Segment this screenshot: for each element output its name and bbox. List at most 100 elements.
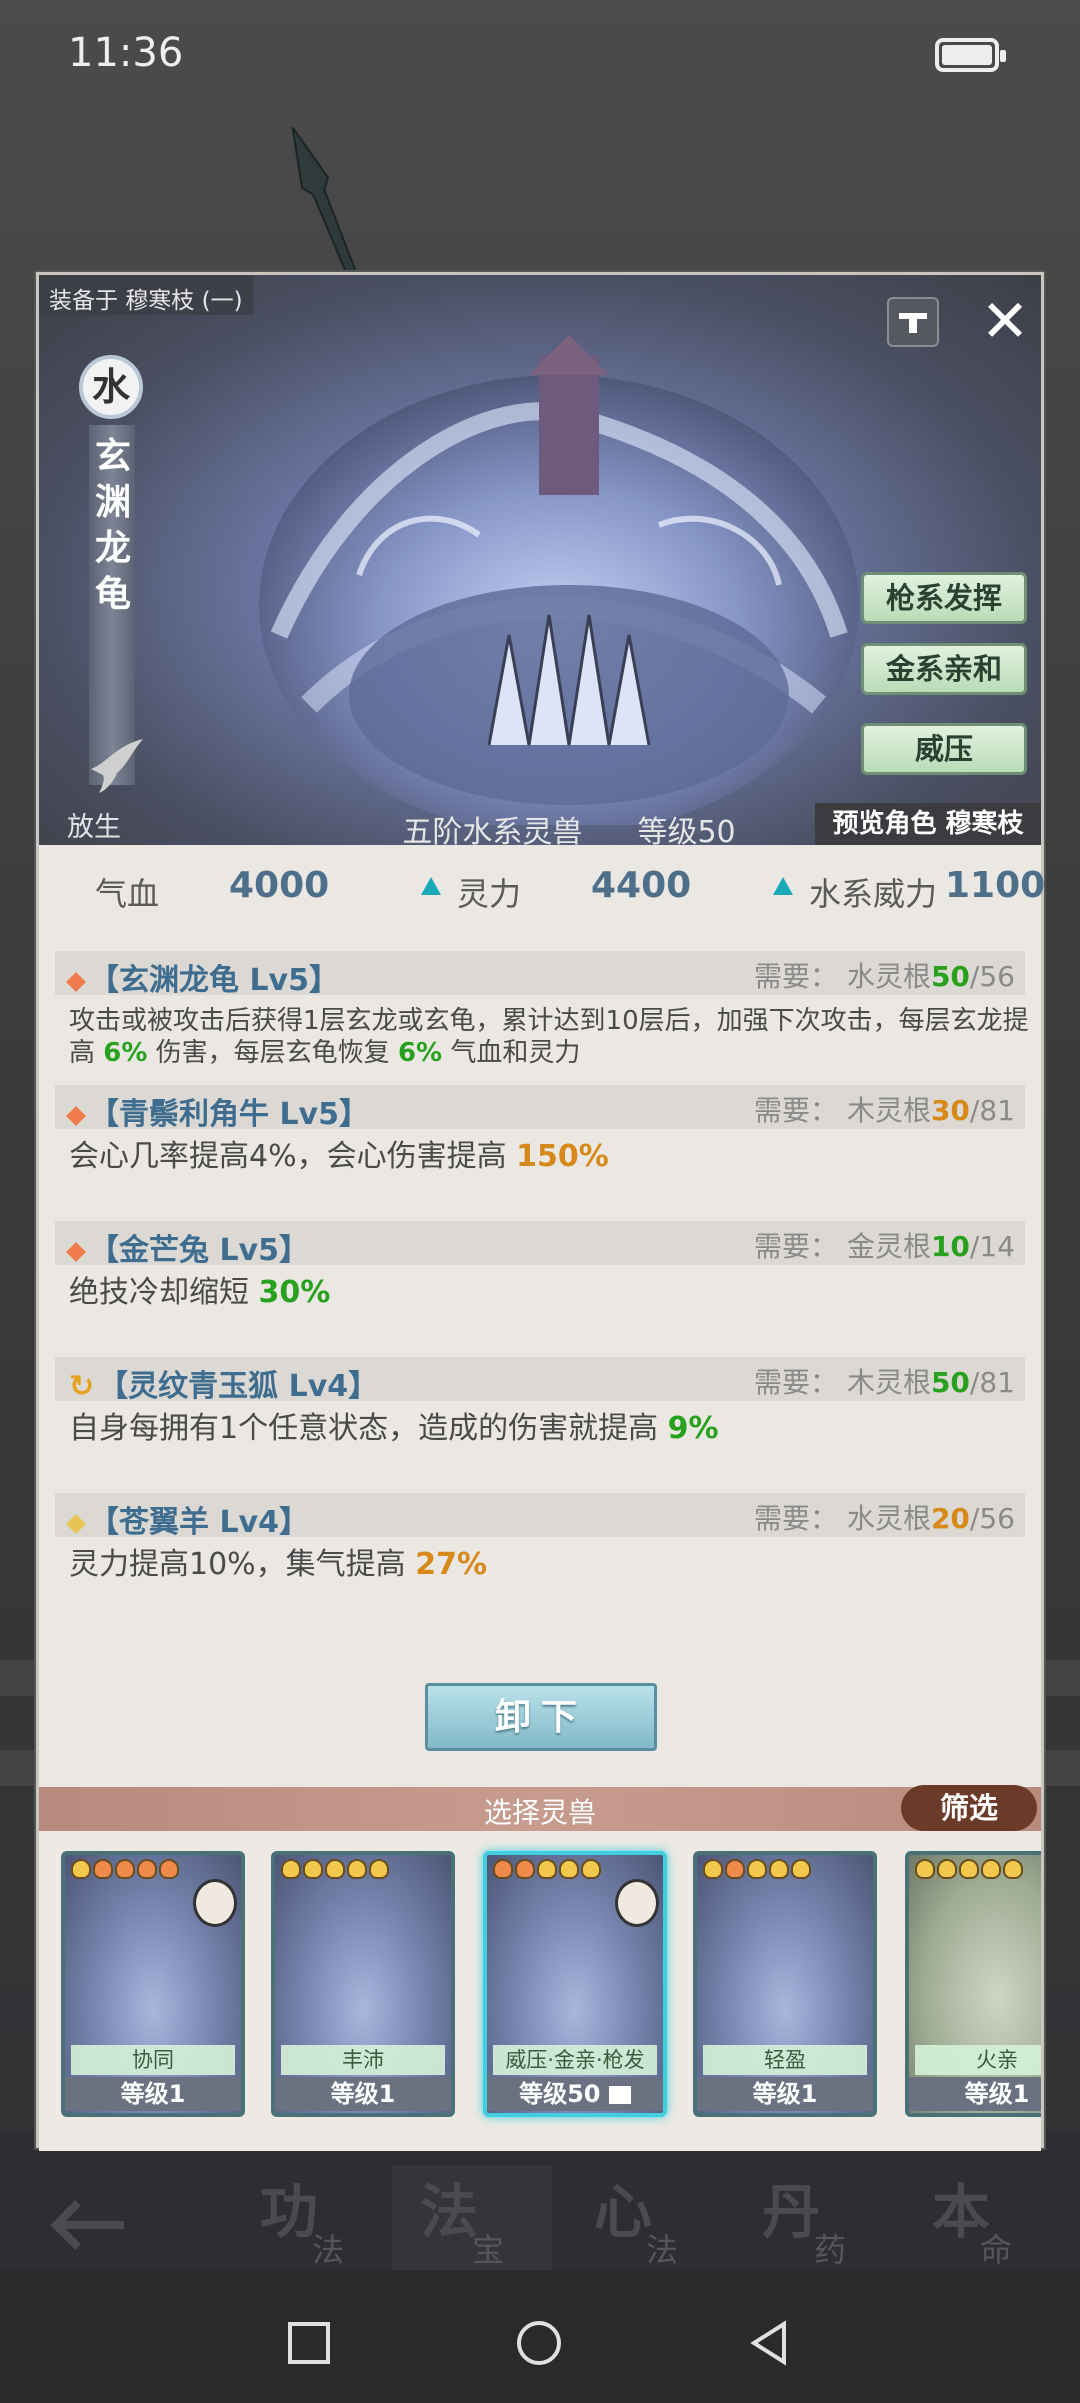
skill-description: 攻击或被攻击后获得1层玄龙或玄龟，累计达到10层后，加强下次攻击，每层玄龙提高 … xyxy=(69,1006,1029,1068)
skill-requirement: 需要： 水灵根50/56 xyxy=(754,960,1015,993)
skill-header: 【青鬃利角牛 Lv5】 需要： 木灵根30/81 xyxy=(55,1085,1025,1132)
skill-description: 会心几率提高4%，会心伤害提高 150% xyxy=(69,1139,609,1174)
game-tab-danyao[interactable]: 丹 药 xyxy=(752,2165,872,2275)
rank-pips xyxy=(493,1859,603,1883)
lock-button[interactable] xyxy=(887,297,939,347)
game-tab-benming[interactable]: 本 命 xyxy=(922,2165,1042,2275)
game-tab-big: 功 xyxy=(260,2178,319,2246)
stat-value-water-power: 1100 xyxy=(945,865,1046,906)
game-tab-small: 法 xyxy=(646,2231,679,2269)
card-trait: 威压·金亲·枪发 xyxy=(493,2045,657,2075)
cycle-icon: ↻ xyxy=(69,1369,95,1404)
filter-button[interactable]: 筛选 xyxy=(901,1785,1037,1831)
stat-label-mp: 灵力 xyxy=(457,875,522,913)
game-tab-small: 宝 xyxy=(472,2231,505,2269)
tag-button-jin[interactable]: 金系亲和 xyxy=(861,643,1027,695)
card-trait: 协同 xyxy=(71,2045,235,2075)
rank-pips xyxy=(703,1859,813,1883)
picker-title: 选择灵兽 xyxy=(483,1796,596,1829)
game-tab-gongfa[interactable]: 功 法 xyxy=(250,2165,370,2275)
skill-requirement: 需要： 木灵根50/81 xyxy=(754,1366,1015,1399)
skill-header: 【金芒兔 Lv5】 需要： 金灵根10/14 xyxy=(55,1221,1025,1268)
stat-value-hp: 4000 xyxy=(229,865,330,906)
stats-row: 气血 4000 灵力 4400 水系威力 1100 xyxy=(39,855,1045,925)
beast-card[interactable]: 丰沛 等级1 xyxy=(271,1851,455,2117)
diamond-icon xyxy=(66,971,86,992)
skill-description: 灵力提高10%，集气提高 27% xyxy=(69,1547,488,1582)
close-button[interactable]: ✕ xyxy=(979,292,1031,350)
card-level: 等级1 xyxy=(65,2077,241,2111)
up-arrow-icon xyxy=(421,877,441,895)
tag-button-qiang[interactable]: 枪系发挥 xyxy=(861,572,1027,624)
rank-pips xyxy=(281,1859,391,1883)
tier-level-text: 五阶水系灵兽 等级50 xyxy=(339,807,799,845)
skill-description: 绝技冷却缩短 30% xyxy=(69,1275,331,1310)
card-level: 等级1 xyxy=(697,2077,873,2111)
character-avatar xyxy=(615,1879,659,1927)
skill-header: 【苍翼羊 Lv4】 需要： 水灵根20/56 xyxy=(55,1493,1025,1540)
game-tab-small: 法 xyxy=(312,2231,345,2269)
release-label: 放生 xyxy=(67,812,121,843)
tier-text: 五阶水系灵兽 xyxy=(402,815,583,845)
skill-name: 【玄渊龙龟 Lv5】 xyxy=(66,955,339,999)
skill-name: 【金芒兔 Lv5】 xyxy=(66,1225,309,1269)
back-icon[interactable] xyxy=(746,2320,792,2366)
beast-card[interactable]: 轻盈 等级1 xyxy=(693,1851,877,2117)
lock-icon xyxy=(608,2086,631,2104)
battery-icon xyxy=(935,38,1006,72)
game-tab-small: 命 xyxy=(980,2231,1013,2269)
beast-card[interactable]: 火亲 等级1 xyxy=(905,1851,1041,2117)
skill-name: 【青鬃利角牛 Lv5】 xyxy=(66,1089,369,1133)
skill-description: 自身每拥有1个任意状态，造成的伤害就提高 9% xyxy=(69,1411,719,1446)
beast-card[interactable]: 协同 等级1 xyxy=(61,1851,245,2117)
home-icon[interactable] xyxy=(516,2320,562,2366)
skill-header: ↻ 【灵纹青玉狐 Lv4】 需要： 木灵根50/81 xyxy=(55,1357,1025,1404)
diamond-icon xyxy=(66,1105,86,1126)
skill-name: ↻ 【灵纹青玉狐 Lv4】 xyxy=(69,1369,379,1404)
status-time: 11:36 xyxy=(68,30,184,76)
diamond-icon xyxy=(66,1513,86,1534)
game-tab-big: 法 xyxy=(420,2178,479,2246)
status-bar: 11:36 xyxy=(0,0,1080,110)
rank-pips xyxy=(71,1859,181,1883)
card-trait: 火亲 xyxy=(915,2045,1041,2075)
card-level: 等级50 xyxy=(487,2077,663,2111)
recent-apps-icon[interactable] xyxy=(286,2320,332,2366)
back-arrow-icon[interactable] xyxy=(48,2195,128,2255)
game-tab-xinfa[interactable]: 心 法 xyxy=(584,2165,704,2275)
skill-requirement: 需要： 木灵根30/81 xyxy=(754,1094,1015,1127)
card-trait: 丰沛 xyxy=(281,2045,445,2075)
tag-button-weiya[interactable]: 威压 xyxy=(861,723,1027,775)
level-text: 等级50 xyxy=(637,815,736,845)
beast-name: 玄渊龙龟 xyxy=(94,435,131,615)
skill-name: 【苍翼羊 Lv4】 xyxy=(66,1497,309,1541)
game-tab-big: 心 xyxy=(594,2178,653,2246)
beast-card-list: 协同 等级1 丰沛 等级1 威压·金亲·枪发 等级50 轻盈 等级1 火亲 等级… xyxy=(39,1831,1041,2151)
diamond-icon xyxy=(66,1241,86,1262)
element-badge: 水 xyxy=(79,355,143,419)
skill-requirement: 需要： 金灵根10/14 xyxy=(754,1230,1015,1263)
skill-requirement: 需要： 水灵根20/56 xyxy=(754,1502,1015,1535)
stat-label-hp: 气血 xyxy=(95,875,160,913)
beast-detail-modal: 装备于 穆寒枝 (一) ✕ 水 玄渊龙龟 枪系发挥 金系亲和 威压 放生 五阶水… xyxy=(36,272,1045,2151)
beast-artwork xyxy=(259,335,859,825)
game-tab-fabao[interactable]: 法 宝 xyxy=(392,2165,552,2275)
preview-character-button[interactable]: 预览角色 穆寒枝 xyxy=(815,803,1041,845)
stat-label-water-power: 水系威力 xyxy=(809,875,938,913)
game-tab-small: 药 xyxy=(814,2231,847,2269)
bird-icon xyxy=(91,739,143,793)
rank-pips xyxy=(915,1859,1025,1883)
skill-header: 【玄渊龙龟 Lv5】 需要： 水灵根50/56 xyxy=(55,951,1025,998)
stat-value-mp: 4400 xyxy=(591,865,692,906)
beast-card-selected[interactable]: 威压·金亲·枪发 等级50 xyxy=(483,1851,667,2117)
card-level: 等级1 xyxy=(275,2077,451,2111)
card-trait: 轻盈 xyxy=(703,2045,867,2075)
unequip-button[interactable]: 卸下 xyxy=(425,1683,657,1751)
beast-picker-bar: 选择灵兽 筛选 xyxy=(39,1785,1041,1831)
character-avatar xyxy=(193,1879,237,1927)
card-level: 等级1 xyxy=(909,2077,1041,2111)
release-button[interactable]: 放生 xyxy=(67,735,147,843)
lock-icon xyxy=(899,313,927,333)
game-tab-big: 丹 xyxy=(762,2178,821,2246)
up-arrow-icon xyxy=(773,877,793,895)
